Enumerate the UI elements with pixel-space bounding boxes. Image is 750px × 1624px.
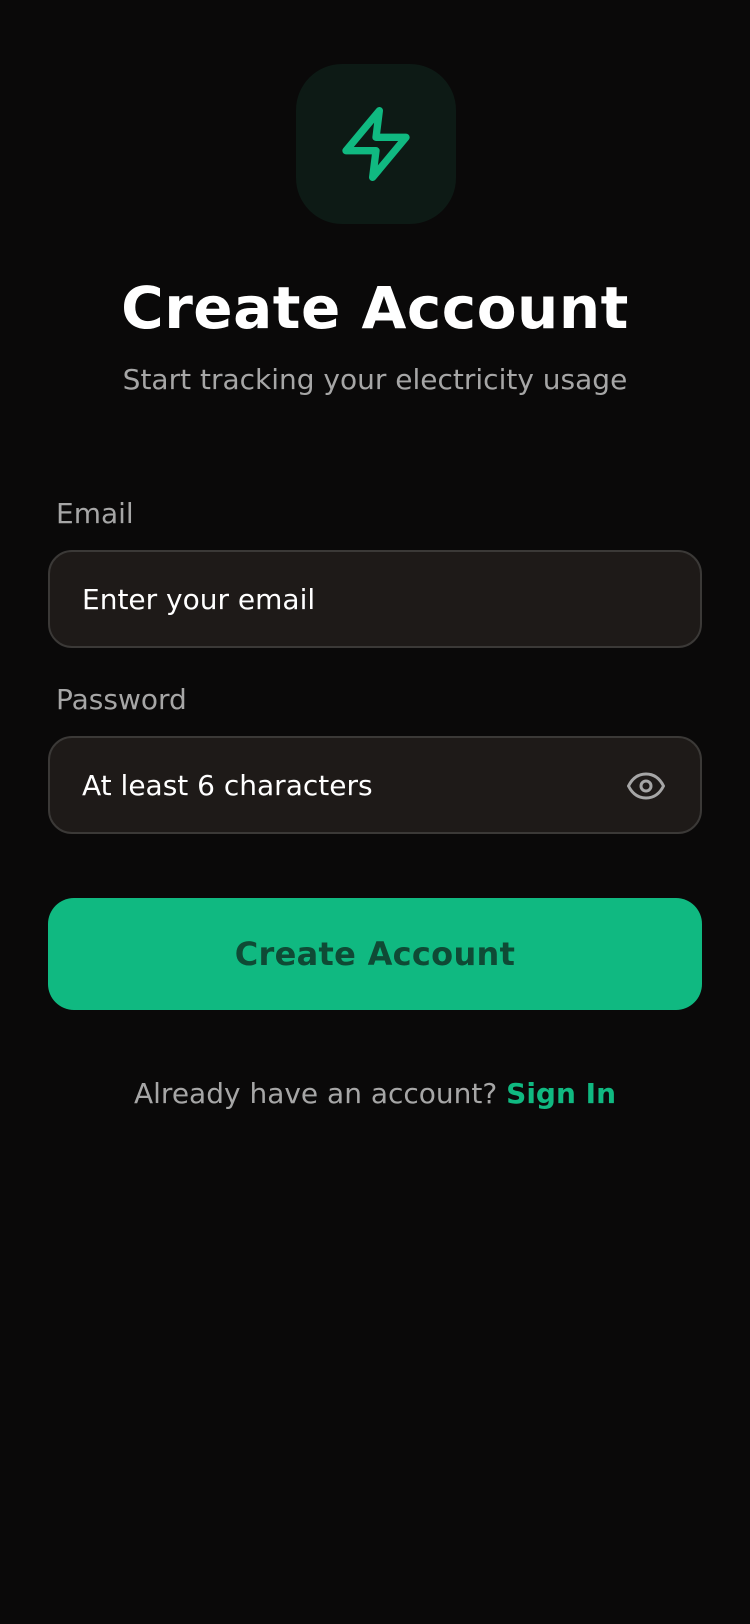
signin-prompt-row: Already have an account? Sign In	[0, 1074, 750, 1114]
toggle-password-visibility-button[interactable]	[626, 766, 666, 806]
lightning-bolt-icon	[342, 107, 410, 181]
email-label: Email	[56, 497, 134, 530]
email-field-container	[48, 550, 702, 648]
page-subtitle: Start tracking your electricity usage	[122, 363, 628, 396]
signin-prompt-text: Already have an account?	[133, 1077, 498, 1110]
create-account-screen: Create Account Start tracking your elect…	[0, 0, 750, 1624]
password-label: Password	[56, 683, 187, 716]
email-input[interactable]	[50, 552, 700, 646]
app-logo	[296, 64, 456, 224]
create-account-button[interactable]: Create Account	[48, 898, 702, 1010]
password-field-container	[48, 736, 702, 834]
password-input[interactable]	[50, 738, 590, 832]
eye-icon	[627, 772, 665, 800]
sign-in-link[interactable]: Sign In	[506, 1077, 616, 1110]
page-title: Create Account	[121, 274, 629, 342]
